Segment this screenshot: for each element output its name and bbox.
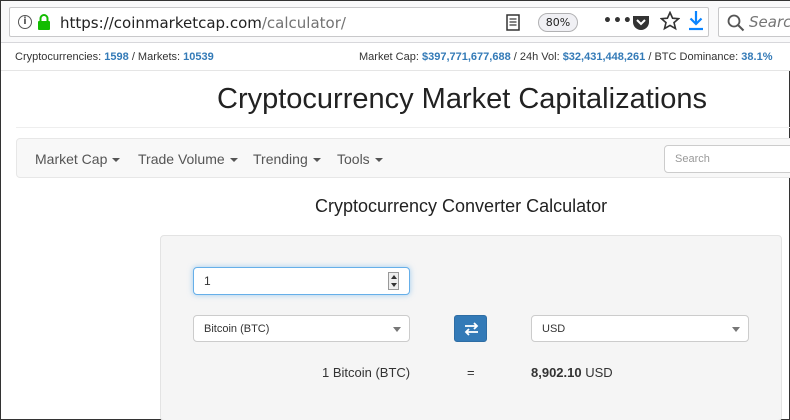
pocket-icon[interactable] — [632, 14, 650, 31]
main-navbar: Market Cap Trade Volume Trending Tools — [16, 138, 790, 178]
nav-trade-volume-label: Trade Volume — [138, 151, 225, 167]
bookmark-star-icon[interactable] — [660, 11, 680, 31]
global-stats-bar: Cryptocurrencies: 1598 / Markets: 10539 … — [1, 43, 790, 71]
info-icon[interactable]: i — [18, 15, 32, 29]
result-from-text: 1 Bitcoin (BTC) — [322, 365, 411, 380]
swap-currencies-button[interactable] — [454, 315, 487, 342]
stats-left: Cryptocurrencies: 1598 / Markets: 10539 — [15, 51, 214, 63]
nav-trending-label: Trending — [253, 151, 308, 167]
amount-field[interactable] — [193, 267, 410, 295]
search-icon — [727, 14, 745, 32]
cryptocurrencies-label: Cryptocurrencies: — [15, 51, 102, 63]
chevron-down-icon — [312, 158, 321, 163]
market-cap-label: Market Cap: — [359, 51, 419, 63]
btc-dominance-label: / BTC Dominance: — [648, 51, 739, 63]
browser-search-input[interactable] — [749, 12, 790, 32]
nav-market-cap[interactable]: Market Cap — [35, 151, 121, 167]
chevron-down-icon — [112, 158, 121, 163]
dropdown-arrow-icon — [732, 327, 740, 332]
amount-stepper[interactable] — [388, 272, 399, 290]
result-value: 8,902.10 — [531, 365, 582, 380]
cryptocurrencies-count-link[interactable]: 1598 — [104, 51, 128, 63]
to-currency-select[interactable]: USD — [531, 315, 749, 342]
volume-link[interactable]: $32,431,448,261 — [563, 51, 646, 63]
url-path: /calculator/ — [261, 14, 346, 32]
lock-icon[interactable] — [37, 14, 51, 31]
btc-dominance-link[interactable]: 38.1% — [741, 51, 772, 63]
url-host: https://coinmarketcap.com — [60, 14, 262, 32]
zoom-level-badge[interactable]: 80% — [538, 13, 578, 32]
address-bar[interactable]: i https://coinmarketcap.com/calculator/ … — [9, 7, 709, 37]
nav-trade-volume[interactable]: Trade Volume — [138, 151, 238, 167]
nav-tools-label: Tools — [337, 151, 370, 167]
amount-input[interactable] — [204, 273, 374, 289]
chevron-down-icon — [229, 158, 238, 163]
stepper-up-icon[interactable] — [391, 275, 397, 279]
result-output: 8,902.10 USD — [531, 365, 613, 380]
nav-trending[interactable]: Trending — [253, 151, 321, 167]
result-equals: = — [467, 365, 475, 380]
site-search-input[interactable] — [664, 145, 790, 173]
browser-toolbar: i https://coinmarketcap.com/calculator/ … — [1, 1, 790, 43]
download-icon[interactable] — [687, 10, 705, 32]
stats-right: Market Cap: $397,771,677,688 / 24h Vol: … — [359, 51, 772, 63]
volume-label: / 24h Vol: — [513, 51, 560, 63]
site-title[interactable]: Cryptocurrency Market Capitalizations — [217, 83, 707, 116]
title-divider — [16, 127, 790, 128]
stepper-down-icon[interactable] — [391, 283, 397, 287]
markets-count-link[interactable]: 10539 — [183, 51, 214, 63]
nav-tools[interactable]: Tools — [337, 151, 383, 167]
dropdown-arrow-icon — [393, 327, 401, 332]
browser-search-box[interactable] — [718, 7, 790, 37]
markets-label: / Markets: — [131, 51, 181, 63]
swap-arrows-icon — [464, 322, 479, 336]
market-cap-link[interactable]: $397,771,677,688 — [422, 51, 511, 63]
calculator-heading: Cryptocurrency Converter Calculator — [315, 196, 608, 216]
from-currency-value: Bitcoin (BTC) — [204, 323, 270, 335]
result-unit: USD — [585, 365, 613, 380]
to-currency-value: USD — [542, 323, 566, 335]
from-currency-select[interactable]: Bitcoin (BTC) — [193, 315, 410, 342]
url-text[interactable]: https://coinmarketcap.com/calculator/ — [60, 14, 346, 32]
chevron-down-icon — [374, 158, 383, 163]
page-actions-icon[interactable]: ••• — [603, 13, 633, 29]
reader-view-icon[interactable] — [506, 14, 520, 31]
nav-market-cap-label: Market Cap — [35, 151, 108, 167]
